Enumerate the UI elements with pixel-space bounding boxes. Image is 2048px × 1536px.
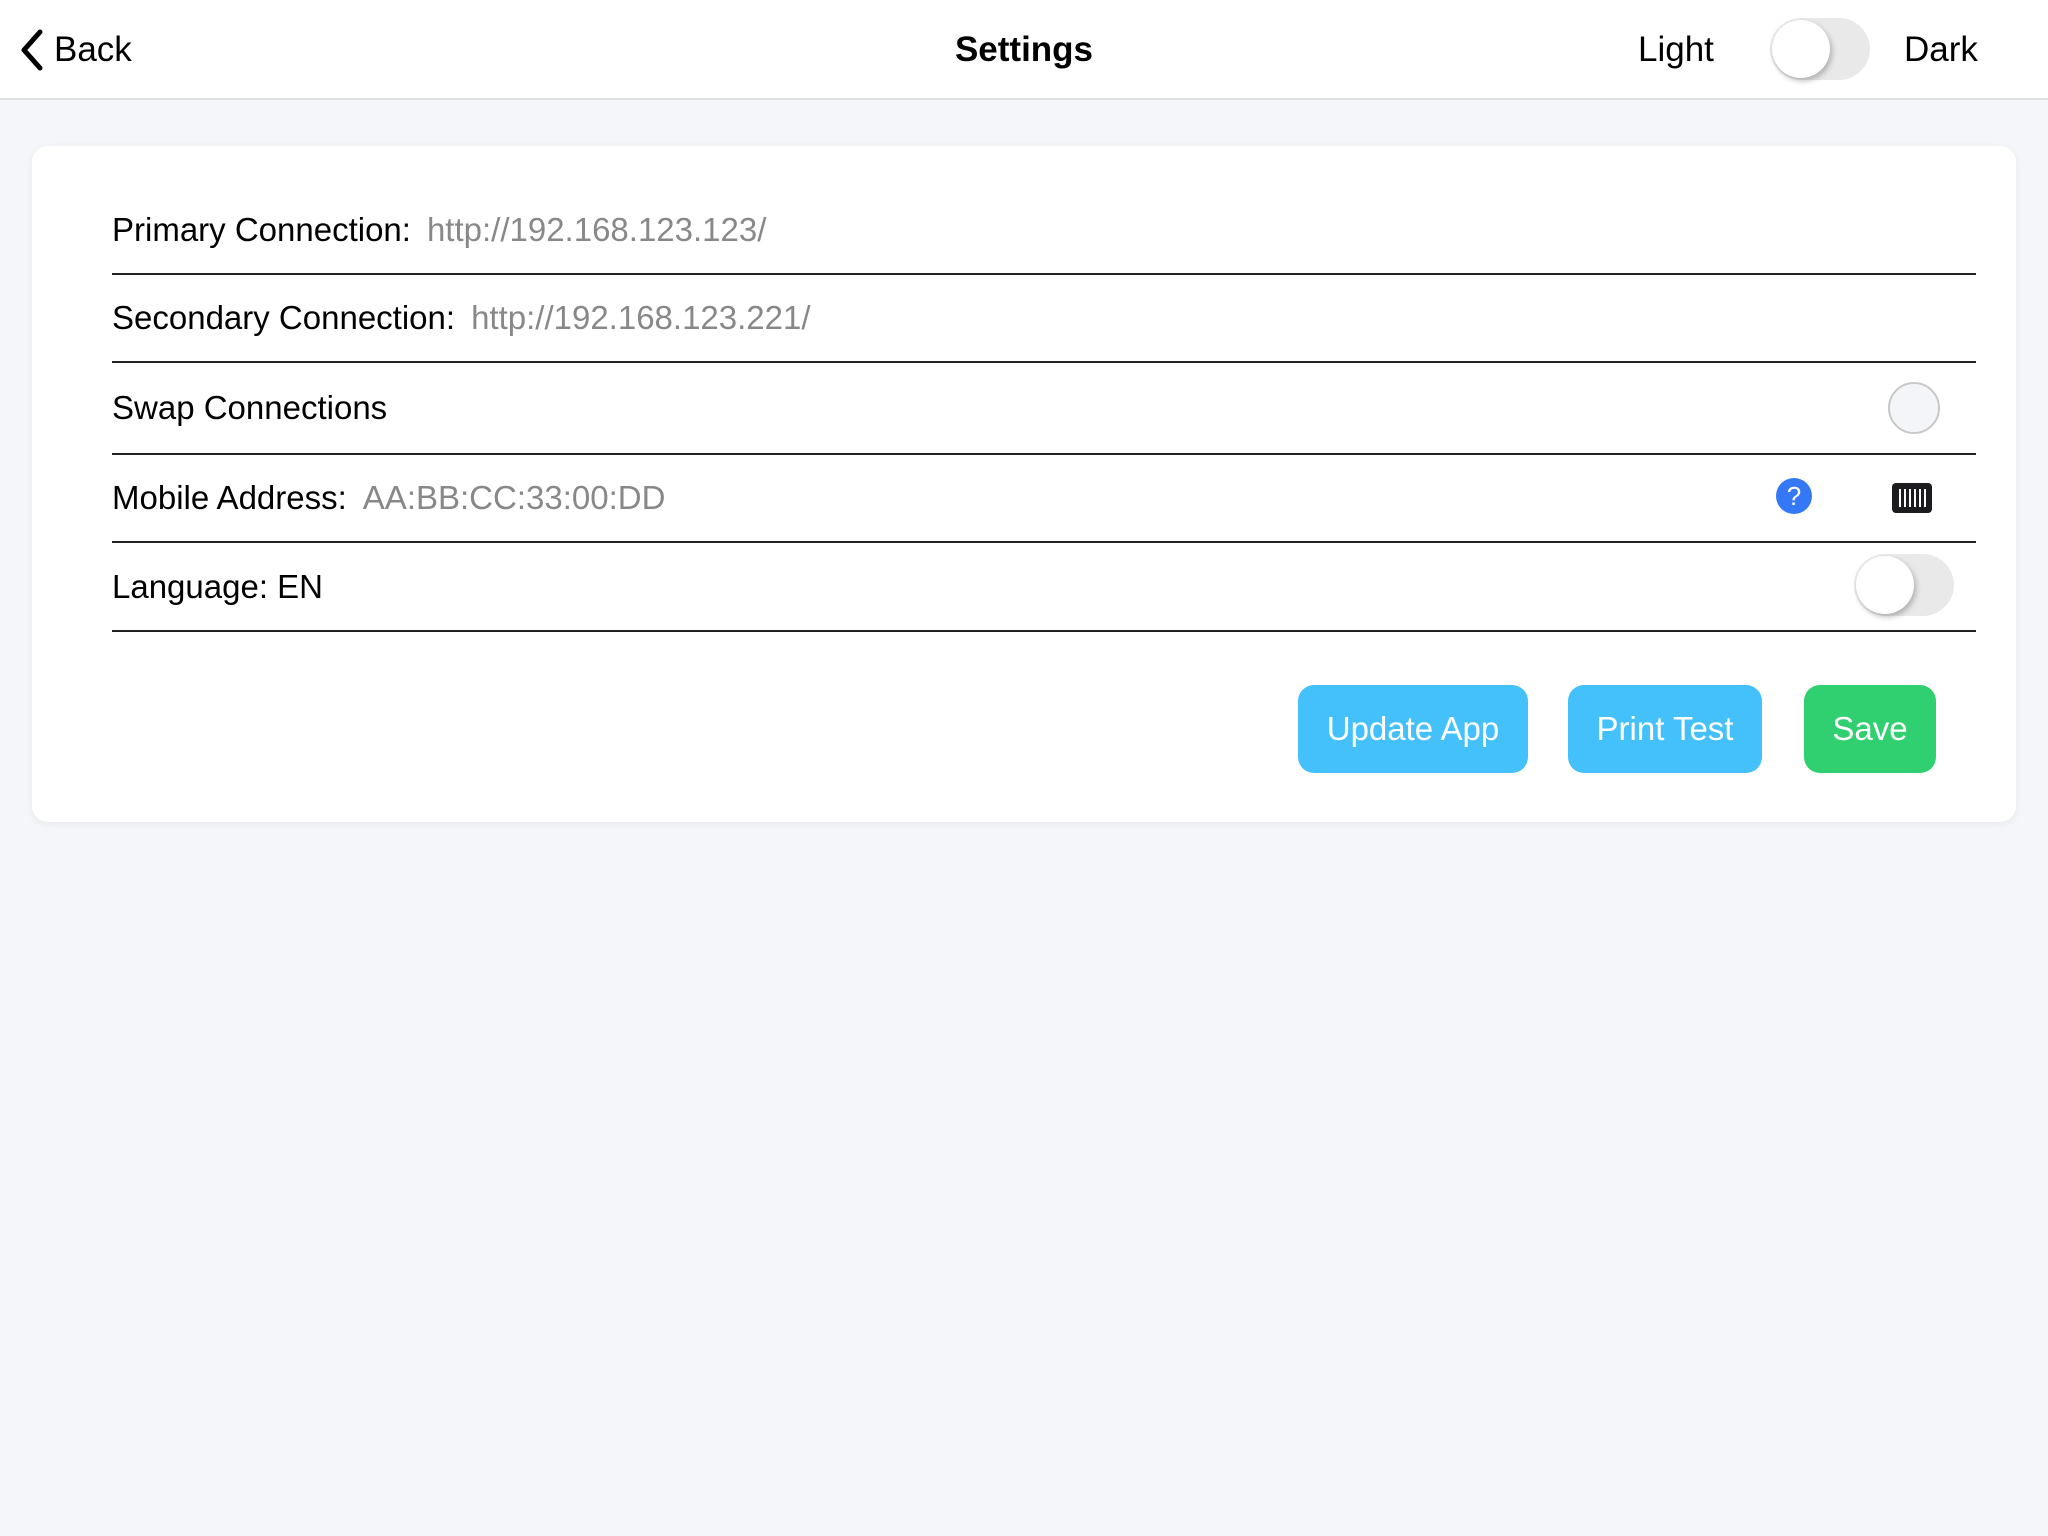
secondary-connection-input[interactable] (471, 299, 1372, 337)
swap-connections-label: Swap Connections (112, 389, 388, 426)
secondary-connection-row: Secondary Connection: (112, 275, 1976, 363)
settings-card: Primary Connection: Secondary Connection… (32, 146, 2016, 822)
theme-toggle[interactable] (1770, 18, 1870, 80)
page-title: Settings (954, 30, 1094, 69)
language-label: Language: EN (112, 567, 324, 605)
primary-connection-row: Primary Connection: (112, 186, 1976, 275)
toggle-knob (1856, 556, 1914, 614)
mobile-address-input[interactable] (362, 479, 1063, 517)
mobile-address-row: Mobile Address: (112, 455, 1976, 543)
save-button[interactable]: Save (1804, 685, 1936, 773)
swap-connections-radio[interactable] (1888, 382, 1940, 434)
secondary-connection-label: Secondary Connection: (112, 299, 456, 336)
barcode-scan-icon[interactable] (1892, 483, 1932, 513)
theme-light-label: Light (1638, 30, 1714, 69)
primary-connection-input[interactable] (426, 210, 1327, 249)
update-app-button[interactable]: Update App (1298, 685, 1528, 773)
mobile-address-label: Mobile Address: (112, 479, 347, 516)
print-test-button[interactable]: Print Test (1568, 685, 1762, 773)
theme-dark-label: Dark (1904, 30, 1978, 69)
swap-connections-row: Swap Connections (112, 363, 1976, 455)
primary-connection-label: Primary Connection: (112, 210, 411, 248)
question-circle-icon[interactable]: ? (1776, 478, 1812, 514)
language-row: Language: EN (112, 543, 1976, 632)
nav-header: Back Settings Light Dark (0, 0, 2048, 100)
toggle-knob (1772, 20, 1830, 78)
language-toggle[interactable] (1854, 554, 1954, 616)
